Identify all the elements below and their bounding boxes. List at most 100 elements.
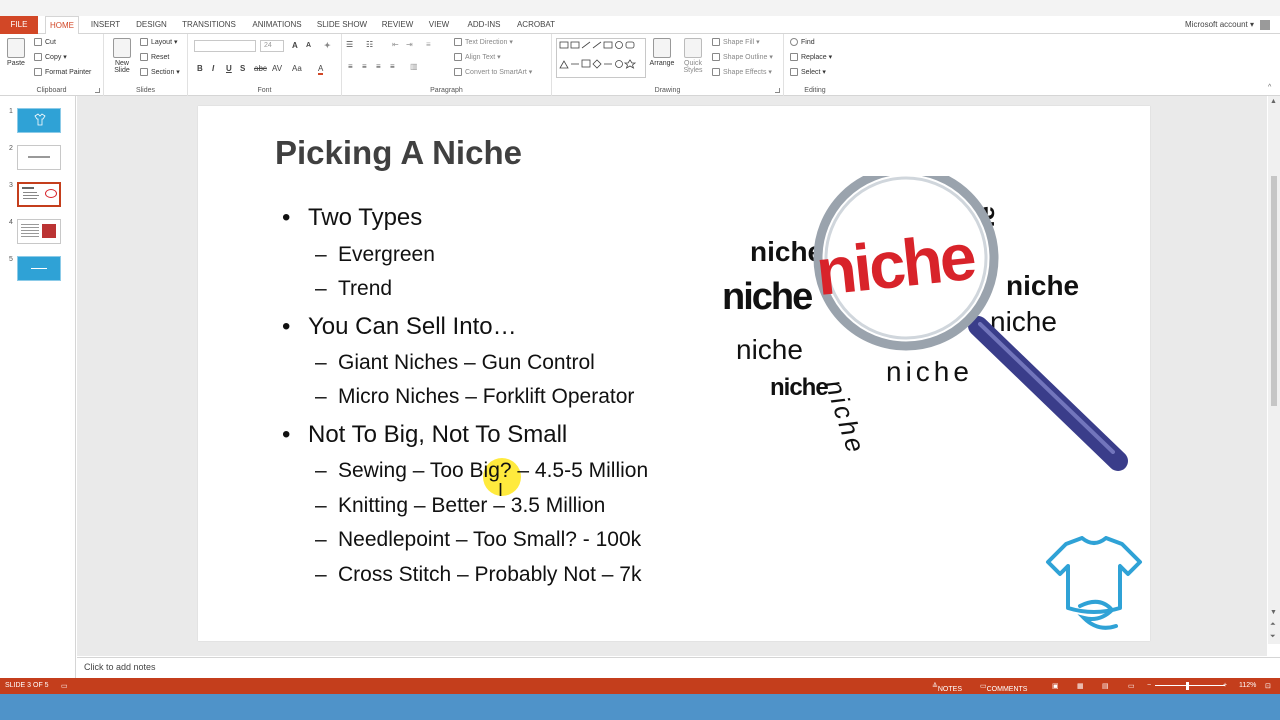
thumbnail-slide-4[interactable]: 4 — [0, 217, 76, 247]
format-painter-button[interactable]: Format Painter — [34, 68, 91, 76]
thumbnail-slide-3[interactable]: 3 — [0, 180, 76, 210]
next-slide-icon[interactable]: ⏷ — [1270, 633, 1276, 641]
new-slide-button[interactable]: New Slide — [109, 38, 135, 74]
notes-toggle[interactable]: ≙ NOTES — [932, 682, 962, 693]
bullet-item[interactable]: • You Can Sell Into… — [282, 313, 517, 341]
slideshow-view-icon[interactable]: ▭ — [1128, 682, 1135, 690]
sub-bullet-item[interactable]: – Evergreen — [315, 243, 435, 267]
thumbnail-slide-2[interactable]: 2 — [0, 143, 76, 173]
line-spacing-icon[interactable]: ≡ — [426, 40, 431, 49]
sub-bullet-item[interactable]: – Needlepoint – Too Small? - 100k — [315, 528, 641, 552]
scroll-thumb[interactable] — [1271, 176, 1277, 406]
tab-design[interactable]: DESIGN — [133, 16, 170, 34]
shape-outline-button[interactable]: Shape Outline ▾ — [712, 53, 773, 62]
scroll-up-icon[interactable]: ▲ — [1270, 98, 1277, 105]
char-spacing-icon[interactable]: AV — [272, 64, 282, 73]
decrease-indent-icon[interactable]: ⇤ — [392, 40, 399, 49]
section-button[interactable]: Section ▾ — [140, 68, 180, 77]
fit-slide-icon[interactable]: ⊡ — [1265, 682, 1271, 690]
comments-toggle-label[interactable]: COMMENTS — [987, 686, 1028, 693]
comments-toggle[interactable]: ▭ COMMENTS — [980, 682, 1027, 693]
bullets-icon[interactable]: ☰ — [346, 40, 353, 49]
notes-toggle-label[interactable]: NOTES — [938, 686, 962, 693]
collapse-ribbon-icon[interactable]: ^ — [1268, 84, 1271, 91]
columns-icon[interactable]: ▥ — [410, 62, 418, 71]
spellcheck-icon[interactable]: ▭ — [61, 682, 68, 690]
cut-button[interactable]: Cut — [34, 38, 56, 46]
smartart-button[interactable]: Convert to SmartArt ▾ — [454, 68, 532, 77]
tab-acrobat[interactable]: ACROBAT — [515, 16, 557, 34]
bold-icon[interactable]: B — [197, 64, 203, 73]
underline-icon[interactable]: U — [226, 64, 232, 73]
tab-file[interactable]: FILE — [0, 16, 38, 34]
account-label[interactable]: Microsoft account — [1185, 20, 1248, 29]
shadow-icon[interactable]: S — [240, 64, 245, 73]
thumbnail-slide-5[interactable]: 5 — [0, 254, 76, 284]
shapes-gallery[interactable] — [556, 38, 646, 78]
previous-slide-icon[interactable]: ⏶ — [1270, 621, 1276, 629]
font-color-icon[interactable]: A — [318, 64, 324, 75]
align-left-icon[interactable]: ≡ — [348, 62, 353, 71]
tab-view[interactable]: VIEW — [425, 16, 453, 34]
sub-bullet-item[interactable]: – Knitting – Better – 3.5 Million — [315, 494, 605, 518]
thumbnail-slide-1[interactable]: 1 — [0, 106, 76, 136]
clipboard-launcher-icon[interactable] — [95, 88, 100, 93]
sub-bullet-item[interactable]: – Giant Niches – Gun Control — [315, 351, 595, 375]
change-case-icon[interactable]: Aa — [292, 64, 302, 73]
tab-slide-show[interactable]: SLIDE SHOW — [316, 16, 368, 34]
notes-placeholder[interactable]: Click to add notes — [84, 662, 156, 672]
bullet-item[interactable]: • Not To Big, Not To Small — [282, 421, 567, 449]
sub-bullet-item[interactable]: – Sewing – Too Big? – 4.5-5 Million — [315, 459, 648, 483]
notes-pane[interactable]: Click to add notes — [77, 657, 1280, 678]
vertical-scrollbar[interactable]: ▲ ▼ ⏶ ⏷ — [1268, 96, 1280, 644]
select-button[interactable]: Select ▾ — [790, 68, 826, 77]
shape-fill-button[interactable]: Shape Fill ▾ — [712, 38, 760, 47]
tab-insert[interactable]: INSERT — [88, 16, 123, 34]
bullet-item[interactable]: • Two Types — [282, 204, 422, 232]
italic-icon[interactable]: I — [212, 64, 214, 73]
drawing-launcher-icon[interactable] — [775, 88, 780, 93]
shape-effects-button[interactable]: Shape Effects ▾ — [712, 68, 772, 77]
reset-button[interactable]: Reset — [140, 53, 169, 61]
align-text-button[interactable]: Align Text ▾ — [454, 53, 501, 62]
replace-button[interactable]: Replace ▾ — [790, 53, 832, 62]
align-right-icon[interactable]: ≡ — [376, 62, 381, 71]
align-center-icon[interactable]: ≡ — [362, 62, 367, 71]
grow-font-icon[interactable]: A — [292, 41, 298, 50]
paste-button[interactable]: Paste — [4, 38, 28, 67]
font-size-select[interactable]: 24 — [260, 40, 284, 52]
normal-view-icon[interactable]: ▣ — [1052, 682, 1059, 690]
slide-canvas[interactable]: Picking A Niche • Two Types – Evergreen – T… — [198, 106, 1150, 641]
sub-bullet-item[interactable]: – Micro Niches – Forklift Operator — [315, 385, 634, 409]
tab-home[interactable]: HOME — [45, 16, 79, 35]
font-family-select[interactable] — [194, 40, 256, 52]
arrange-button[interactable]: Arrange — [648, 38, 676, 67]
increase-indent-icon[interactable]: ⇥ — [406, 40, 413, 49]
shrink-font-icon[interactable]: A — [306, 42, 311, 49]
tab-animations[interactable]: ANIMATIONS — [248, 16, 306, 34]
zoom-out-icon[interactable]: − — [1147, 682, 1151, 689]
tab-review[interactable]: REVIEW — [380, 16, 415, 34]
tab-transitions[interactable]: TRANSITIONS — [180, 16, 238, 34]
sub-bullet-item[interactable]: – Cross Stitch – Probably Not – 7k — [315, 563, 641, 587]
slide-title[interactable]: Picking A Niche — [275, 134, 522, 172]
tab-add-ins[interactable]: ADD-INS — [465, 16, 503, 34]
clear-format-icon[interactable]: ✦ — [324, 41, 331, 50]
reading-view-icon[interactable]: ▤ — [1102, 682, 1109, 690]
account-menu[interactable]: Microsoft account ▾ — [1185, 16, 1270, 34]
justify-icon[interactable]: ≡ — [390, 62, 395, 71]
zoom-in-icon[interactable]: + — [1223, 682, 1227, 689]
text-direction-button[interactable]: Text Direction ▾ — [454, 38, 513, 47]
copy-button[interactable]: Copy ▾ — [34, 53, 67, 62]
layout-button[interactable]: Layout ▾ — [140, 38, 178, 47]
find-button[interactable]: Find — [790, 38, 815, 46]
zoom-slider-thumb[interactable] — [1186, 682, 1189, 690]
numbering-icon[interactable]: ☷ — [366, 40, 373, 49]
zoom-level[interactable]: 112% — [1239, 682, 1256, 689]
slide-sorter-icon[interactable]: ▦ — [1077, 682, 1084, 690]
zoom-slider[interactable] — [1155, 685, 1225, 686]
strikethrough-icon[interactable]: abc — [254, 64, 267, 73]
sub-bullet-item[interactable]: – Trend — [315, 277, 392, 301]
scroll-down-icon[interactable]: ▼ — [1270, 609, 1277, 616]
quick-styles-button[interactable]: Quick Styles — [680, 38, 706, 74]
